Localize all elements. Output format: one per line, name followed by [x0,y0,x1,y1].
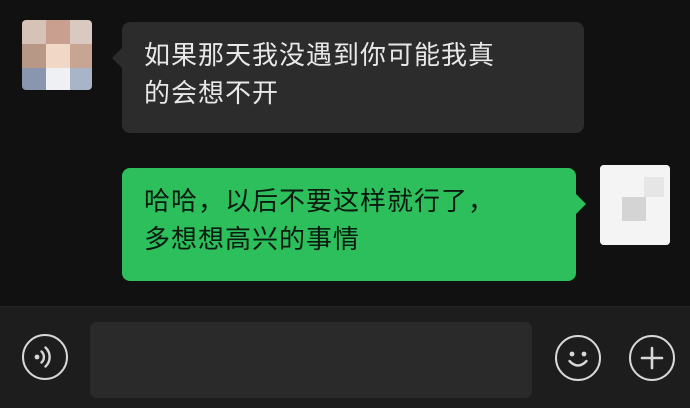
message-text-line: 哈哈，以后不要这样就行了， [144,187,496,217]
message-text-line: 多想想高兴的事情 [144,225,361,255]
chat-area: 如果那天我没遇到你可能我真 的会想不开 哈哈，以后不要这样就行了， 多想想高兴的… [0,0,690,306]
message-text-line: 如果那天我没遇到你可能我真 [144,41,496,71]
input-bar [0,306,690,408]
voice-button[interactable] [22,334,68,380]
voice-icon [34,345,51,368]
incoming-message-bubble[interactable]: 如果那天我没遇到你可能我真 的会想不开 [112,22,584,133]
message-input[interactable] [90,322,532,398]
contact-avatar[interactable] [22,20,92,90]
emoji-button[interactable] [555,335,601,381]
message-text-line: 的会想不开 [144,79,280,109]
outgoing-message-bubble[interactable]: 哈哈，以后不要这样就行了， 多想想高兴的事情 [122,168,586,281]
self-avatar[interactable] [600,165,670,245]
plus-button[interactable] [629,335,675,381]
plus-icon [640,346,663,369]
emoji-icon [567,351,588,367]
